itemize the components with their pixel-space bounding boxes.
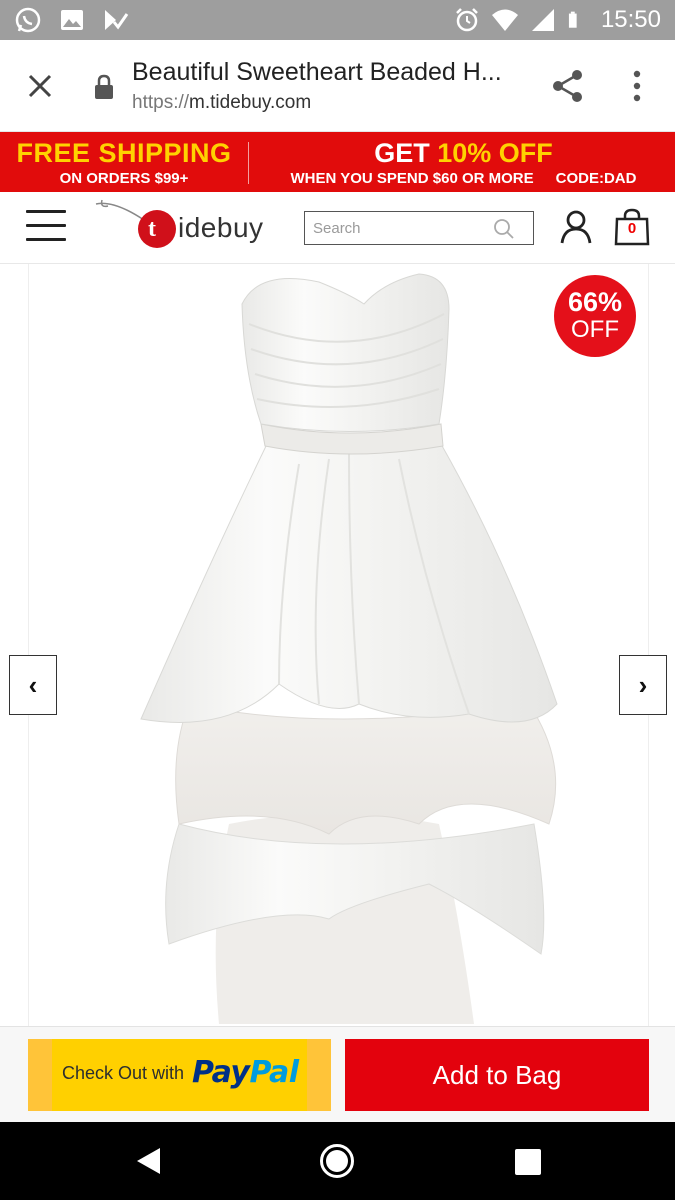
discount-highlight: 10% OFF <box>437 138 553 168</box>
next-image-button[interactable]: › <box>619 655 667 715</box>
discount-prefix: GET <box>374 138 438 168</box>
back-triangle-icon[interactable] <box>134 1146 162 1176</box>
paypal-brand-pal: Pal <box>249 1055 299 1090</box>
promo-banner[interactable]: FREE SHIPPING ON ORDERS $99+ GET 10% OFF… <box>0 132 675 192</box>
paypal-checkout-button[interactable]: Check Out with PayPal <box>28 1039 331 1111</box>
more-vertical-icon[interactable] <box>622 66 652 106</box>
logo-letter: t <box>148 216 156 242</box>
bag-count: 0 <box>627 220 637 237</box>
discount-headline: GET 10% OFF <box>252 136 675 170</box>
previous-image-button[interactable]: ‹ <box>9 655 57 715</box>
discount-badge: 66% OFF <box>554 275 636 357</box>
page-title: Beautiful Sweetheart Beaded H... <box>132 58 502 86</box>
add-to-bag-button[interactable]: Add to Bag <box>345 1039 649 1111</box>
search-input[interactable] <box>313 217 488 239</box>
lock-icon <box>95 74 113 99</box>
status-bar: 15:50 <box>0 0 675 40</box>
url-host: m.tidebuy.com <box>189 92 312 113</box>
free-shipping-text: FREE SHIPPING <box>16 138 232 168</box>
battery-icon <box>568 11 577 28</box>
alarm-icon <box>456 8 478 32</box>
paypal-logo: PayPal <box>192 1055 299 1090</box>
checklist-icon <box>105 10 129 30</box>
hamburger-icon[interactable] <box>26 210 66 244</box>
image-icon <box>61 10 83 30</box>
discount-label: OFF <box>571 316 619 343</box>
shopping-bag-icon[interactable]: 0 <box>614 208 650 246</box>
free-shipping-condition: ON ORDERS $99+ <box>59 170 189 187</box>
discount-percent: 66% <box>567 287 623 317</box>
site-header: t idebuy 0 <box>0 192 675 264</box>
discount-condition: WHEN YOU SPEND $60 OR MORE <box>290 170 534 187</box>
white-dress-image <box>140 273 558 1024</box>
promo-code: CODE:DAD <box>555 170 637 187</box>
recent-apps-icon[interactable] <box>515 1149 541 1175</box>
wifi-icon <box>491 9 518 31</box>
logo-word: idebuy <box>178 212 264 243</box>
share-icon[interactable] <box>548 66 588 106</box>
bottom-action-bar: Check Out with PayPal Add to Bag <box>0 1026 675 1122</box>
browser-toolbar: Beautiful Sweetheart Beaded H... https:/… <box>0 40 675 132</box>
signal-icon <box>531 9 554 31</box>
android-nav-bar <box>0 1122 675 1200</box>
status-time: 15:50 <box>600 6 661 33</box>
logo-tag <box>138 210 176 248</box>
user-icon[interactable] <box>560 210 592 244</box>
url-address[interactable]: https://m.tidebuy.com <box>132 92 311 114</box>
tidebuy-logo[interactable]: t idebuy <box>94 198 284 254</box>
search-icon[interactable] <box>493 218 515 240</box>
search-box[interactable] <box>304 211 534 245</box>
paypal-prefix: Check Out with <box>62 1063 185 1083</box>
promo-divider <box>248 142 249 184</box>
whatsapp-icon <box>15 7 41 33</box>
paypal-brand-pay: Pay <box>192 1055 250 1090</box>
product-image-gallery[interactable] <box>28 264 649 1026</box>
close-icon[interactable] <box>20 66 60 106</box>
url-protocol: https:// <box>132 92 190 113</box>
home-circle-icon[interactable] <box>319 1143 355 1179</box>
